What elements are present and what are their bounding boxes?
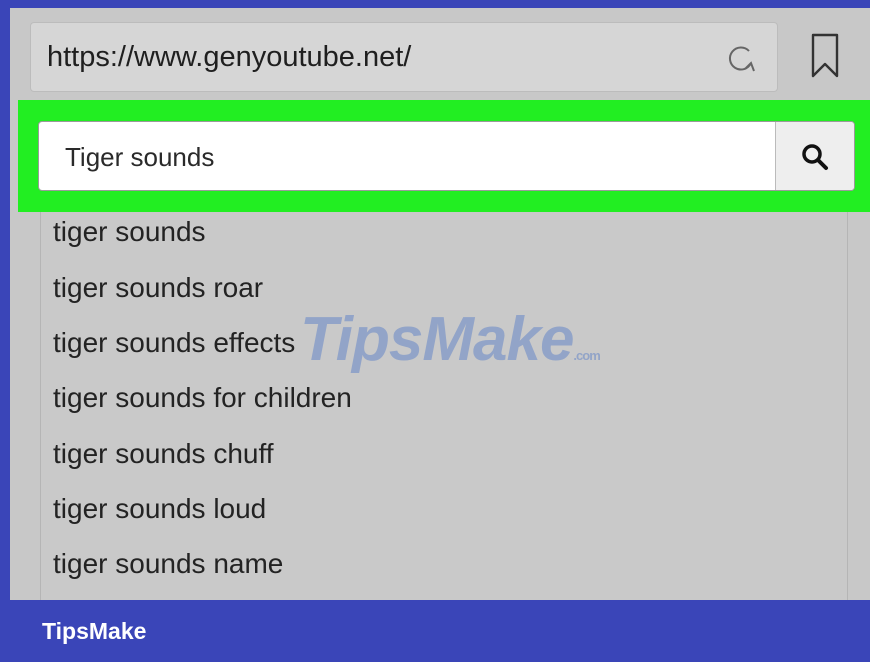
suggestion-item[interactable]: tiger sounds	[53, 216, 206, 248]
suggestion-item[interactable]: tiger sounds for children	[53, 382, 352, 414]
suggestion-item[interactable]: tiger sounds loud	[53, 493, 266, 525]
watermark-suffix: .com	[573, 348, 600, 363]
suggestion-item[interactable]: tiger sounds name	[53, 548, 283, 580]
url-text[interactable]: https://www.genyoutube.net/	[47, 41, 411, 74]
suggestion-item[interactable]: tiger sounds effects	[53, 327, 295, 359]
watermark-text: TipsMake	[300, 305, 574, 374]
address-bar[interactable]: https://www.genyoutube.net/	[30, 22, 778, 92]
footer-bar: TipsMake	[0, 600, 870, 662]
suggestion-item[interactable]: tiger sounds roar	[53, 272, 263, 304]
reload-icon[interactable]	[723, 41, 759, 77]
watermark: TipsMake.com	[300, 304, 601, 375]
bookmark-icon[interactable]	[808, 32, 842, 80]
search-button[interactable]	[775, 122, 854, 190]
browser-frame: https://www.genyoutube.net/ Tiger sounds…	[10, 8, 870, 600]
suggestion-item[interactable]: tiger sounds chuff	[53, 438, 274, 470]
footer-brand: TipsMake	[42, 618, 147, 644]
search-input[interactable]: Tiger sounds	[38, 121, 855, 191]
suggestions-list: tiger sounds tiger sounds roar tiger sou…	[40, 212, 848, 600]
search-query[interactable]: Tiger sounds	[65, 142, 214, 173]
search-icon	[802, 144, 828, 170]
